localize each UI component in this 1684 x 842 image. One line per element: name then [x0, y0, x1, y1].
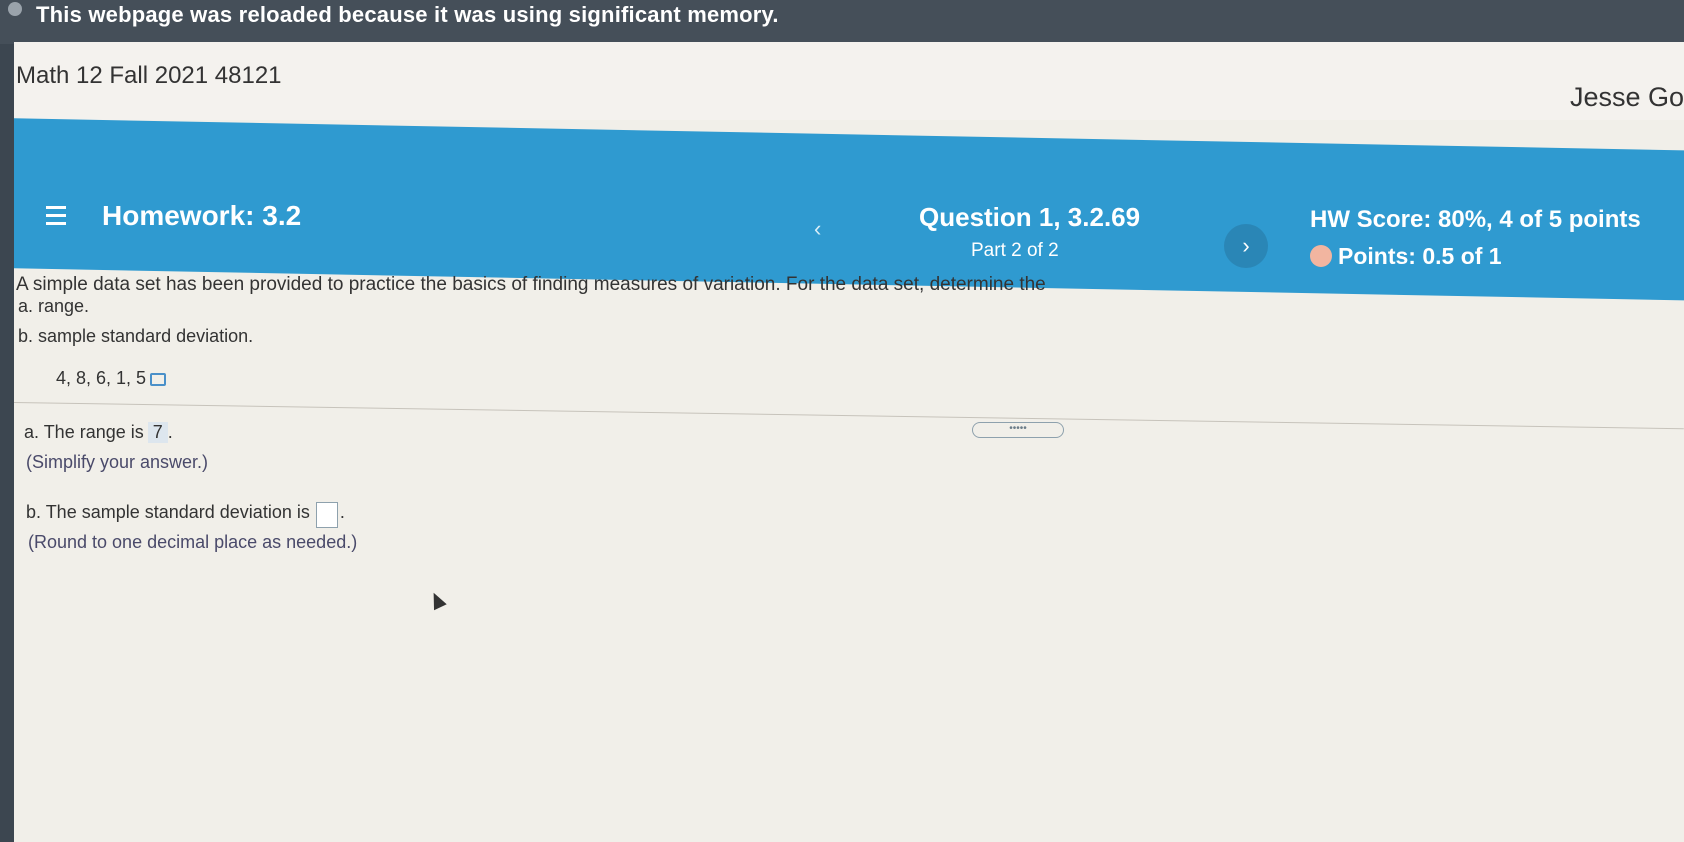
- resize-handle[interactable]: •••••: [972, 422, 1064, 438]
- course-title[interactable]: Math 12 Fall 2021 48121: [16, 62, 282, 90]
- next-question-button[interactable]: ›: [1224, 224, 1268, 268]
- answer-a-hint: (Simplify your answer.): [26, 452, 209, 472]
- divider: [14, 402, 1684, 430]
- answer-a: a. The range is 7.: [24, 422, 173, 443]
- part-label: Part 2 of 2: [971, 240, 1059, 261]
- task-item-a: a. range.: [18, 296, 90, 316]
- answer-b-prefix: b. The sample standard deviation is: [26, 501, 310, 522]
- answer-a-suffix: .: [167, 422, 173, 442]
- answer-b: b. The sample standard deviation is.: [26, 500, 345, 528]
- points-display: Points: 0.5 of 1: [1310, 243, 1502, 270]
- hw-score: HW Score: 80%, 4 of 5 points: [1310, 206, 1641, 233]
- answer-b-suffix: .: [339, 501, 345, 522]
- dataset: 4, 8, 6, 1, 5: [56, 368, 167, 389]
- info-icon: [8, 2, 22, 16]
- course-header: Math 12 Fall 2021 48121 Jesse Go: [14, 42, 1684, 120]
- question-prompt: A simple data set has been provided to p…: [16, 274, 1046, 295]
- task-item-b: b. sample standard deviation.: [18, 326, 254, 346]
- std-deviation-input[interactable]: [315, 502, 338, 528]
- dataset-values: 4, 8, 6, 1, 5: [56, 368, 147, 388]
- points-text: Points: 0.5 of 1: [1338, 243, 1502, 269]
- user-name[interactable]: Jesse Go: [1570, 82, 1684, 113]
- previous-question-button[interactable]: ‹: [814, 216, 821, 242]
- reload-warning-text: This webpage was reloaded because it was…: [36, 2, 779, 27]
- question-title: Question 1, 3.2.69: [919, 202, 1141, 232]
- range-answer-field[interactable]: 7: [147, 422, 168, 443]
- page: Math 12 Fall 2021 48121 Jesse Go Homewor…: [14, 42, 1684, 842]
- copy-data-icon[interactable]: [150, 372, 167, 386]
- homework-title: Homework: 3.2: [102, 200, 302, 231]
- answer-a-prefix: a. The range is: [24, 422, 144, 442]
- homework-bar: Homework: 3.2 ‹ Question 1, 3.2.69 Part …: [14, 118, 1684, 269]
- partial-credit-icon: [1310, 244, 1332, 267]
- answer-b-hint: (Round to one decimal place as needed.): [28, 532, 358, 552]
- hamburger-menu-icon[interactable]: [46, 206, 66, 225]
- browser-notification-bar: This webpage was reloaded because it was…: [0, 0, 1684, 44]
